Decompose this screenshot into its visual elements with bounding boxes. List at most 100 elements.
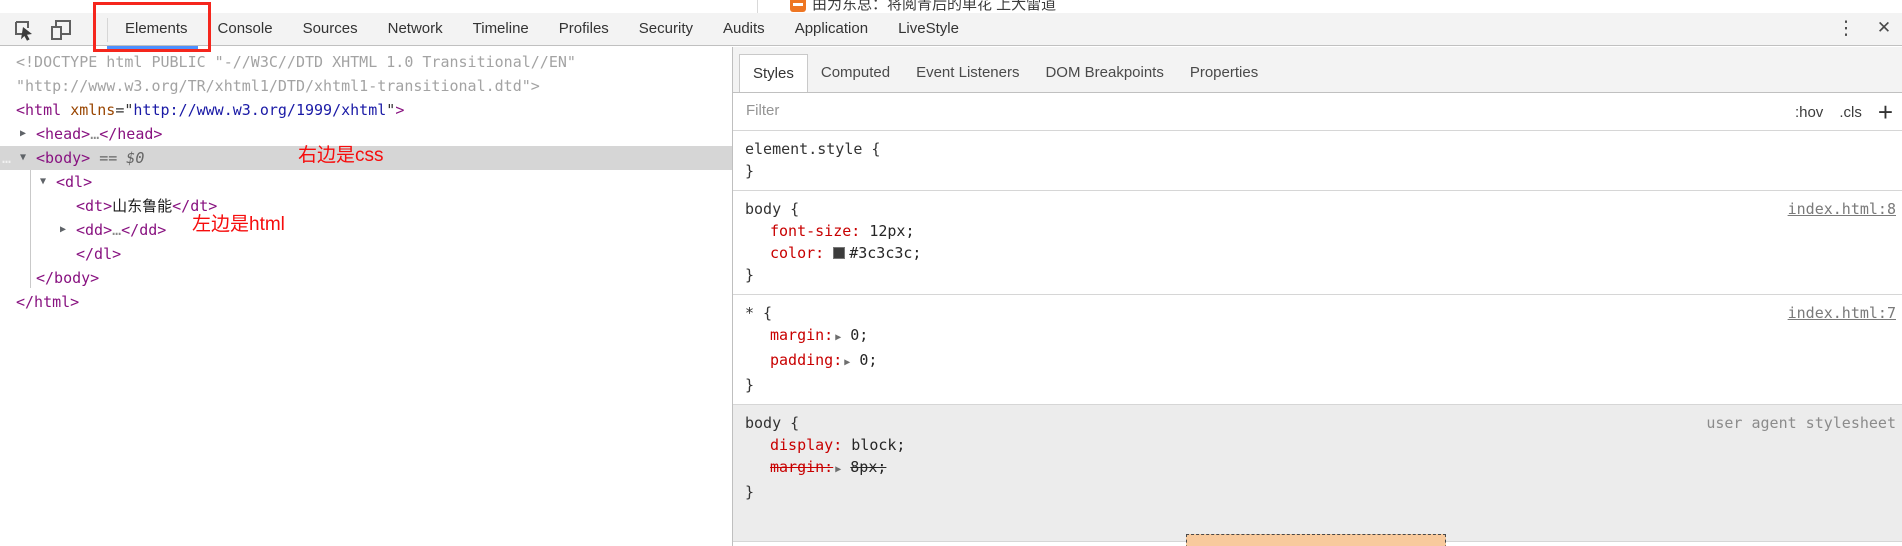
code-token: </body> <box>36 269 99 287</box>
rule-selector[interactable]: element.style <box>745 140 862 158</box>
collapse-arrow-icon[interactable]: ▼ <box>20 146 26 170</box>
tab-profiles[interactable]: Profiles <box>544 13 624 45</box>
open-brace: { <box>781 414 799 432</box>
css-property[interactable]: color: #3c3c3c; <box>733 242 1902 264</box>
rule-selector[interactable]: body <box>745 200 781 218</box>
css-rule: index.html:8body {font-size: 12px;color:… <box>733 191 1902 295</box>
property-value: block; <box>851 436 905 454</box>
rule-selector[interactable]: body <box>745 414 781 432</box>
rule-selector-line: element.style { <box>733 138 1902 160</box>
property-value: #3c3c3c; <box>849 244 921 262</box>
tab-audits[interactable]: Audits <box>708 13 780 45</box>
code-token: " <box>386 101 395 119</box>
dom-tree-row[interactable]: ▶<dd>…</dd> <box>0 218 732 242</box>
css-property[interactable]: margin:▶ 0; <box>733 324 1902 349</box>
dom-node-text: ▶<head>…</head> <box>36 122 162 146</box>
rule-close-line: } <box>733 374 1902 396</box>
sidebar-tab-properties[interactable]: Properties <box>1177 54 1271 92</box>
device-toolbar-icon[interactable] <box>50 19 72 41</box>
code-token: <html <box>16 101 61 119</box>
property-name: font-size: <box>770 222 860 240</box>
code-token: xmlns <box>70 101 115 119</box>
toggle-hover-state-button[interactable]: :hov <box>1795 104 1823 121</box>
collapse-arrow-icon[interactable]: ▼ <box>40 170 46 194</box>
page-favicon-icon <box>790 0 806 12</box>
property-value: 8px; <box>850 458 886 476</box>
color-swatch[interactable] <box>833 247 845 259</box>
dom-tree-row[interactable]: <dt>山东鲁能</dt> <box>0 194 732 218</box>
tab-console[interactable]: Console <box>203 13 288 45</box>
code-token: http://www.w3.org/1999/xhtml <box>133 101 386 119</box>
css-property[interactable]: font-size: 12px; <box>733 220 1902 242</box>
dom-tree-row[interactable]: <html xmlns="http://www.w3.org/1999/xhtm… <box>0 98 732 122</box>
dom-node-text: ▶<dd>…</dd> <box>76 218 166 242</box>
rule-close-line: } <box>733 481 1902 503</box>
property-name: margin: <box>770 458 833 476</box>
tab-sources[interactable]: Sources <box>288 13 373 45</box>
code-token: "http://www.w3.org/TR/xhtml1/DTD/xhtml1-… <box>16 77 540 95</box>
code-token: <dt> <box>76 197 112 215</box>
stylesheet-origin-label: user agent stylesheet <box>1706 412 1896 434</box>
code-token: </head> <box>99 125 162 143</box>
tab-livestyle[interactable]: LiveStyle <box>883 13 974 45</box>
page-title-clipped: 由为东总：将阅青后的单花 上大雷道 <box>812 0 1056 13</box>
red-annotation-box <box>93 2 211 52</box>
bookmark-divider <box>757 0 758 13</box>
dom-tree-row[interactable]: "http://www.w3.org/TR/xhtml1/DTD/xhtml1-… <box>0 74 732 98</box>
sidebar-tab-dom-breakpoints[interactable]: DOM Breakpoints <box>1032 54 1176 92</box>
rule-close-line: } <box>733 264 1902 286</box>
dom-node-text: </body> <box>36 266 99 290</box>
tab-application[interactable]: Application <box>780 13 883 45</box>
tab-network[interactable]: Network <box>373 13 458 45</box>
inspect-element-icon[interactable] <box>13 19 35 41</box>
stylesheet-source-link[interactable]: index.html:7 <box>1788 302 1896 324</box>
css-property[interactable]: margin:▶ 8px; <box>733 456 1902 481</box>
devtools-toolbar: ElementsConsoleSourcesNetworkTimelinePro… <box>0 13 1902 46</box>
annotation-left-is-html: 左边是html <box>192 209 285 236</box>
toggle-element-classes-button[interactable]: .cls <box>1839 104 1862 121</box>
filter-input[interactable]: Filter <box>746 102 779 119</box>
box-model-margin-rect[interactable] <box>1186 534 1446 546</box>
code-token: </html> <box>16 293 79 311</box>
new-style-rule-icon[interactable]: + <box>1878 102 1893 122</box>
property-name: margin: <box>770 326 833 344</box>
css-property[interactable]: padding:▶ 0; <box>733 349 1902 374</box>
css-rules-list: element.style {} index.html:8 body { font-s… <box>733 131 1902 542</box>
css-rule: index.html:7* {margin:▶ 0;padding:▶ 0;} <box>733 295 1902 405</box>
dom-node-text: <!DOCTYPE html PUBLIC "-//W3C//DTD XHTML… <box>16 50 576 74</box>
dom-node-text: "http://www.w3.org/TR/xhtml1/DTD/xhtml1-… <box>16 74 540 98</box>
expand-arrow-icon[interactable]: ▶ <box>20 122 26 146</box>
expand-shorthand-icon[interactable]: ▶ <box>833 464 841 475</box>
code-token: … <box>90 125 99 143</box>
rule-selector[interactable]: * <box>745 304 754 322</box>
property-value: 12px; <box>869 222 914 240</box>
dom-tree-row[interactable]: ▼ <dl> <box>0 170 732 194</box>
code-token: 山东鲁能 <box>112 197 172 215</box>
dom-tree-row[interactable]: </body> <box>0 266 732 290</box>
expand-arrow-icon[interactable]: ▶ <box>60 218 66 242</box>
code-token: <head> <box>36 125 90 143</box>
close-devtools-icon[interactable]: ✕ <box>1872 18 1896 38</box>
stylesheet-source-link[interactable]: index.html:8 <box>1788 198 1896 220</box>
devtools-menu-icon[interactable]: ⋮ <box>1834 17 1858 40</box>
property-name: color: <box>770 244 824 262</box>
elements-dom-panel: <!DOCTYPE html PUBLIC "-//W3C//DTD XHTML… <box>0 47 732 546</box>
expand-shorthand-icon[interactable]: ▶ <box>842 357 850 368</box>
sidebar-tab-styles[interactable]: Styles <box>739 54 808 92</box>
annotation-right-is-css: 右边是css <box>298 140 384 167</box>
styles-tab-strip: StylesComputedEvent ListenersDOM Breakpo… <box>733 47 1902 93</box>
css-property[interactable]: display: block; <box>733 434 1902 456</box>
code-token: =" <box>115 101 133 119</box>
property-value: 0; <box>850 326 868 344</box>
code-token: <dl> <box>56 173 92 191</box>
sidebar-tab-computed[interactable]: Computed <box>808 54 903 92</box>
expand-shorthand-icon[interactable]: ▶ <box>833 332 841 343</box>
code-token: </dl> <box>76 245 121 263</box>
tab-security[interactable]: Security <box>624 13 708 45</box>
tab-timeline[interactable]: Timeline <box>458 13 544 45</box>
sidebar-tab-event-listeners[interactable]: Event Listeners <box>903 54 1032 92</box>
dom-tree-row[interactable]: </html> <box>0 290 732 314</box>
code-token: </dd> <box>121 221 166 239</box>
dom-tree-row[interactable]: </dl> <box>0 242 732 266</box>
dom-tree-row[interactable]: <!DOCTYPE html PUBLIC "-//W3C//DTD XHTML… <box>0 50 732 74</box>
